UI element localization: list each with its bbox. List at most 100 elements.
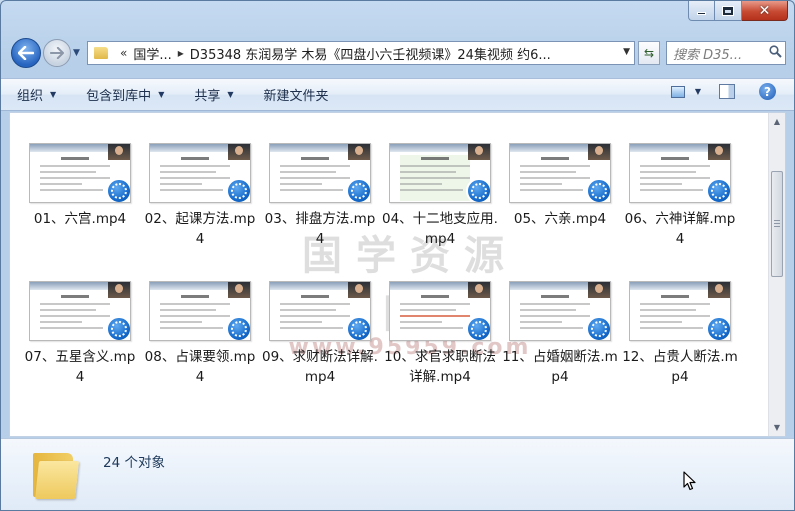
video-thumbnail[interactable] (29, 143, 131, 203)
maximize-icon (722, 5, 734, 16)
video-player-icon (106, 316, 130, 340)
new-folder-label: 新建文件夹 (263, 89, 329, 104)
search-icon[interactable] (765, 44, 785, 62)
video-player-icon (586, 316, 610, 340)
video-thumbnail[interactable] (389, 281, 491, 341)
breadcrumb-guoxue[interactable]: 国学... (133, 44, 171, 63)
file-item[interactable]: 09、求财断法详解.mp4 (260, 281, 380, 387)
search-input[interactable]: 搜索 D35... (673, 44, 765, 63)
thumbnail-document (640, 293, 710, 339)
file-name[interactable]: 04、十二地支应用.mp4 (381, 209, 499, 249)
crumb-overflow[interactable]: « (120, 46, 127, 60)
video-player-icon (226, 316, 250, 340)
file-name[interactable]: 12、占贵人断法.mp4 (621, 347, 739, 387)
minimize-icon (697, 12, 706, 15)
scroll-thumb[interactable] (771, 171, 783, 277)
scroll-down-button[interactable]: ▼ (769, 419, 785, 436)
video-thumbnail[interactable] (629, 281, 731, 341)
thumbnail-webcam (468, 282, 490, 298)
minimize-button[interactable] (688, 1, 715, 21)
forward-button[interactable] (43, 39, 71, 67)
organize-menu[interactable]: 组织 ▼ (17, 85, 56, 104)
video-thumbnail[interactable] (629, 143, 731, 203)
thumbnail-webcam (108, 144, 130, 160)
file-name[interactable]: 02、起课方法.mp4 (141, 209, 259, 249)
thumbnail-webcam (708, 282, 730, 298)
back-button[interactable] (11, 38, 41, 68)
thumbnail-webcam (228, 144, 250, 160)
include-in-library-menu[interactable]: 包含到库中 ▼ (86, 85, 164, 104)
thumbnail-document (160, 155, 230, 201)
address-bar[interactable]: « 国学... ▸ D35348 东润易学 木易《四盘小六壬视频课》24集视频 … (87, 41, 635, 65)
preview-pane-icon[interactable] (719, 84, 735, 99)
file-item[interactable]: 03、排盘方法.mp4 (260, 143, 380, 249)
file-name[interactable]: 08、占课要领.mp4 (141, 347, 259, 387)
thumbnail-document (40, 155, 110, 201)
thumbnail-webcam (588, 144, 610, 160)
thumbnail-document (400, 155, 470, 201)
file-name[interactable]: 07、五星含义.mp4 (21, 347, 139, 387)
video-thumbnail[interactable] (149, 281, 251, 341)
thumbnail-webcam (708, 144, 730, 160)
thumbnail-webcam (348, 144, 370, 160)
chevron-down-icon: ▼ (158, 90, 165, 99)
file-item[interactable]: 04、十二地支应用.mp4 (380, 143, 500, 249)
file-name[interactable]: 01、六宫.mp4 (21, 209, 139, 229)
file-list-view[interactable]: 国学资源网 www.95959.com 01、六宫.mp402、起课方法.mp4… (9, 112, 786, 437)
video-player-icon (586, 178, 610, 202)
file-item[interactable]: 01、六宫.mp4 (20, 143, 140, 249)
video-thumbnail[interactable] (509, 143, 611, 203)
view-options-dropdown[interactable]: ▼ (695, 87, 701, 96)
video-thumbnail[interactable] (149, 143, 251, 203)
thumbnail-webcam (348, 282, 370, 298)
folder-icon (33, 449, 79, 499)
file-name[interactable]: 05、六亲.mp4 (501, 209, 619, 229)
share-menu[interactable]: 共享 ▼ (194, 85, 233, 104)
new-folder-button[interactable]: 新建文件夹 (264, 85, 329, 104)
file-name[interactable]: 03、排盘方法.mp4 (261, 209, 379, 249)
include-library-label: 包含到库中 (86, 89, 152, 104)
thumbnail-webcam (588, 282, 610, 298)
chevron-down-icon: ▼ (227, 90, 234, 99)
file-name[interactable]: 06、六神详解.mp4 (621, 209, 739, 249)
thumbnail-document (280, 293, 350, 339)
vertical-scrollbar[interactable]: ▲ ▼ (768, 113, 785, 436)
file-item[interactable]: 11、占婚姻断法.mp4 (500, 281, 620, 387)
refresh-button[interactable]: ⇆ (638, 41, 660, 65)
file-item[interactable]: 02、起课方法.mp4 (140, 143, 260, 249)
details-pane: 24 个对象 (1, 438, 794, 510)
video-thumbnail[interactable] (269, 281, 371, 341)
file-name[interactable]: 11、占婚姻断法.mp4 (501, 347, 619, 387)
thumbnail-webcam (468, 144, 490, 160)
recent-pages-dropdown[interactable]: ▼ (73, 48, 83, 58)
crumb-separator[interactable]: ▸ (178, 46, 184, 60)
file-item[interactable]: 05、六亲.mp4 (500, 143, 620, 249)
help-icon[interactable]: ? (759, 83, 776, 100)
file-item[interactable]: 10、求官求职断法详解.mp4 (380, 281, 500, 387)
file-item[interactable]: 07、五星含义.mp4 (20, 281, 140, 387)
explorer-window: ✕ ▼ « 国学... ▸ D35348 东润易学 木易《四盘小六壬视频课》24… (0, 0, 795, 511)
file-name[interactable]: 10、求官求职断法详解.mp4 (381, 347, 499, 387)
thumbnail-document (520, 155, 590, 201)
file-item[interactable]: 08、占课要领.mp4 (140, 281, 260, 387)
breadcrumb-current-folder[interactable]: D35348 东润易学 木易《四盘小六壬视频课》24集视频 约6... (190, 44, 551, 63)
video-thumbnail[interactable] (389, 143, 491, 203)
video-player-icon (226, 178, 250, 202)
address-dropdown-icon[interactable]: ▼ (623, 47, 630, 57)
maximize-button[interactable] (715, 1, 742, 21)
change-view-icon[interactable] (670, 85, 685, 98)
file-name[interactable]: 09、求财断法详解.mp4 (261, 347, 379, 387)
video-player-icon (706, 316, 730, 340)
thumbnail-webcam (228, 282, 250, 298)
file-item[interactable]: 06、六神详解.mp4 (620, 143, 740, 249)
search-box[interactable]: 搜索 D35... (666, 41, 786, 65)
thumbnail-document (640, 155, 710, 201)
caption-buttons: ✕ (688, 1, 788, 23)
command-bar: 组织 ▼ 包含到库中 ▼ 共享 ▼ 新建文件夹 ▼ ? (1, 78, 794, 111)
video-thumbnail[interactable] (509, 281, 611, 341)
scroll-up-button[interactable]: ▲ (769, 113, 785, 130)
video-thumbnail[interactable] (29, 281, 131, 341)
file-item[interactable]: 12、占贵人断法.mp4 (620, 281, 740, 387)
close-button[interactable]: ✕ (742, 1, 788, 21)
video-thumbnail[interactable] (269, 143, 371, 203)
